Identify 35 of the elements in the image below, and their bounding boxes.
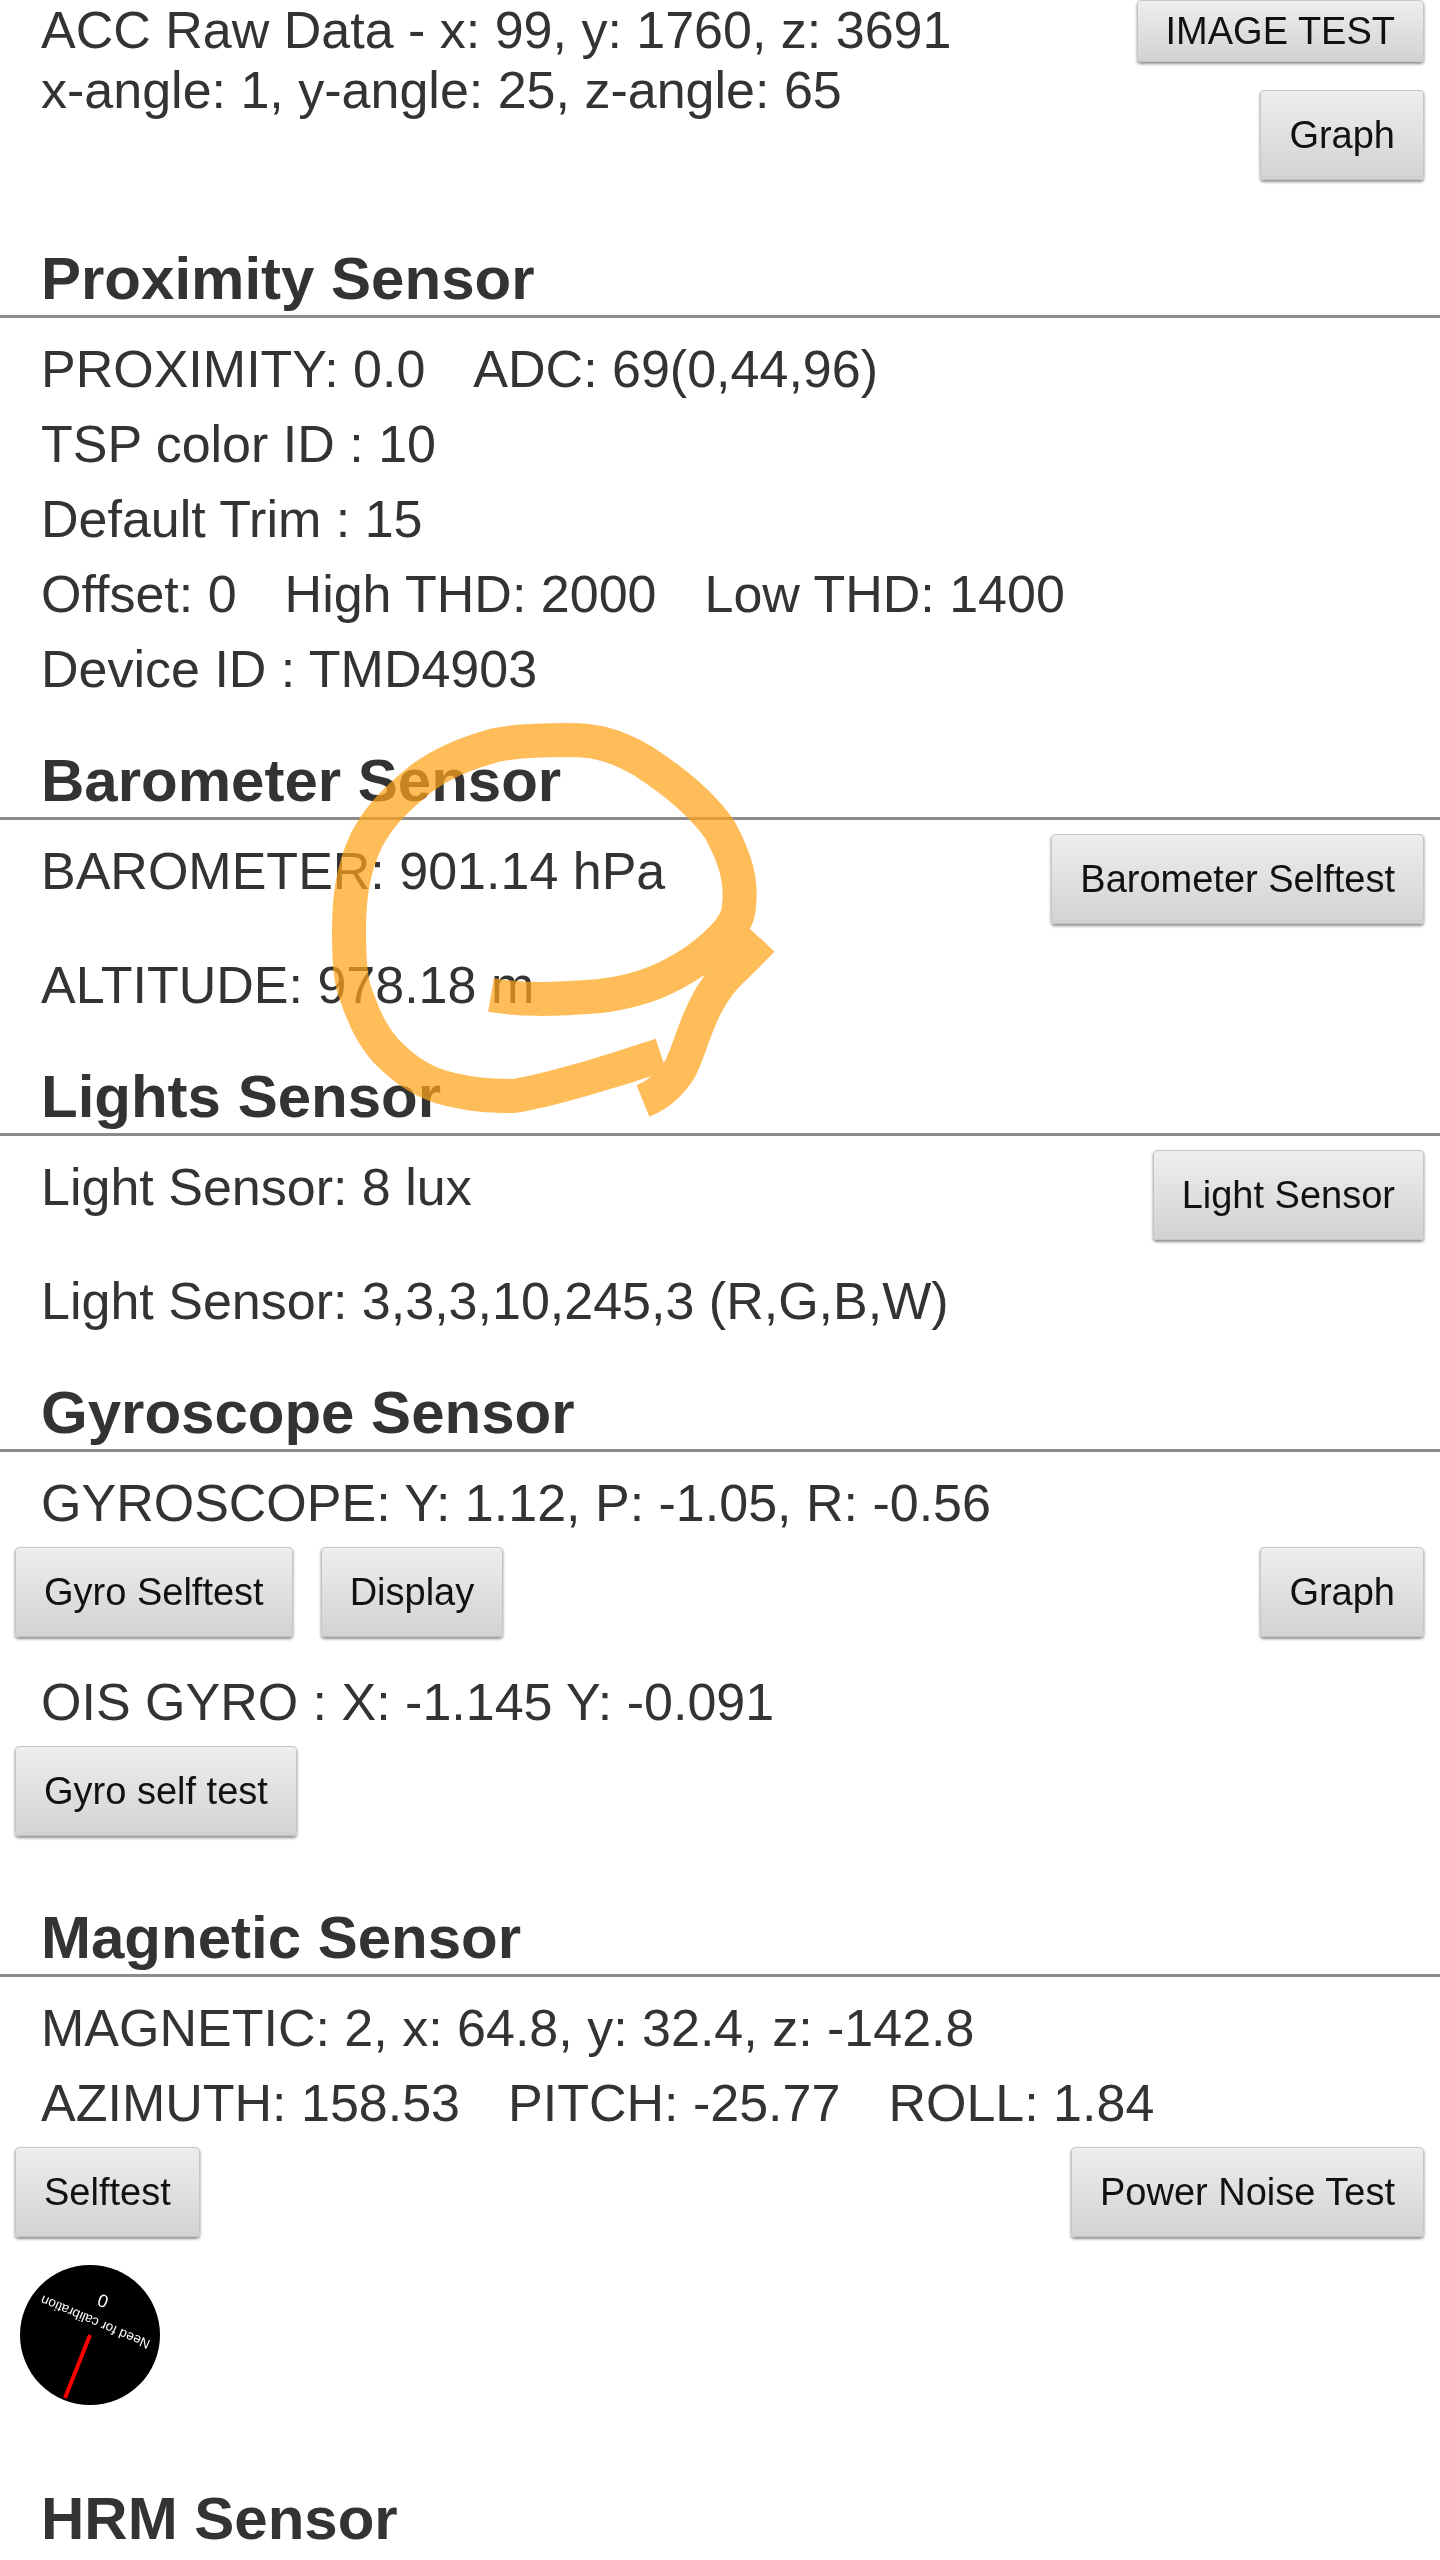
sensor-reading: Device ID : TMD4903 — [41, 639, 538, 700]
section-heading: HRM Sensor — [40, 2484, 399, 2554]
compass-needle — [63, 2334, 92, 2399]
sensor-reading: ADC: 69(0,44,96) — [473, 339, 878, 400]
section-heading: Gyroscope Sensor — [40, 1378, 576, 1448]
section-heading: Proximity Sensor — [40, 244, 536, 314]
light-sensor-button[interactable]: Light Sensor — [1152, 1150, 1424, 1240]
sensor-reading: PITCH: -25.77 — [508, 2073, 841, 2134]
section-heading: Magnetic Sensor — [40, 1903, 523, 1973]
sensor-reading: Offset: 0 — [41, 564, 237, 625]
display-button[interactable]: Display — [320, 1547, 504, 1637]
sensor-reading: ROLL: 1.84 — [888, 2073, 1155, 2134]
sensor-reading: AZIMUTH: 158.53 — [41, 2073, 461, 2134]
image-test-button[interactable]: IMAGE TEST — [1136, 0, 1424, 62]
gyro-self-test-button[interactable]: Gyro self test — [15, 1746, 297, 1836]
selftest-button[interactable]: Selftest — [15, 2147, 200, 2237]
sensor-reading: ACC Raw Data - x: 99, y: 1760, z: 3691 — [41, 0, 952, 60]
sensor-reading: x-angle: 1, y-angle: 25, z-angle: 65 — [41, 60, 843, 120]
sensor-reading: Default Trim : 15 — [41, 489, 423, 550]
sensor-reading: PROXIMITY: 0.0 — [41, 339, 426, 400]
graph-button[interactable]: Graph — [1260, 1547, 1424, 1637]
sensor-reading: Light Sensor: 3,3,3,10,245,3 (R,G,B,W) — [41, 1271, 949, 1332]
sensor-reading: MAGNETIC: 2, x: 64.8, y: 32.4, z: -142.8 — [41, 1998, 975, 2059]
sensor-reading: OIS GYRO : X: -1.145 Y: -0.091 — [41, 1672, 775, 1733]
section-heading: Lights Sensor — [40, 1062, 443, 1132]
sensor-reading: GYROSCOPE: Y: 1.12, P: -1.05, R: -0.56 — [41, 1473, 991, 1534]
power-noise-test-button[interactable]: Power Noise Test — [1071, 2147, 1424, 2237]
sensor-reading: TSP color ID : 10 — [41, 414, 436, 475]
gyro-selftest-button[interactable]: Gyro Selftest — [15, 1547, 293, 1637]
sensor-reading: High THD: 2000 — [284, 564, 657, 625]
sensor-reading: Light Sensor: 8 lux — [41, 1157, 472, 1218]
barometer-selftest-button[interactable]: Barometer Selftest — [1051, 834, 1424, 924]
sensor-reading: Low THD: 1400 — [704, 564, 1065, 625]
graph-button[interactable]: Graph — [1260, 90, 1424, 180]
compass-reading: 0 — [94, 2289, 112, 2312]
